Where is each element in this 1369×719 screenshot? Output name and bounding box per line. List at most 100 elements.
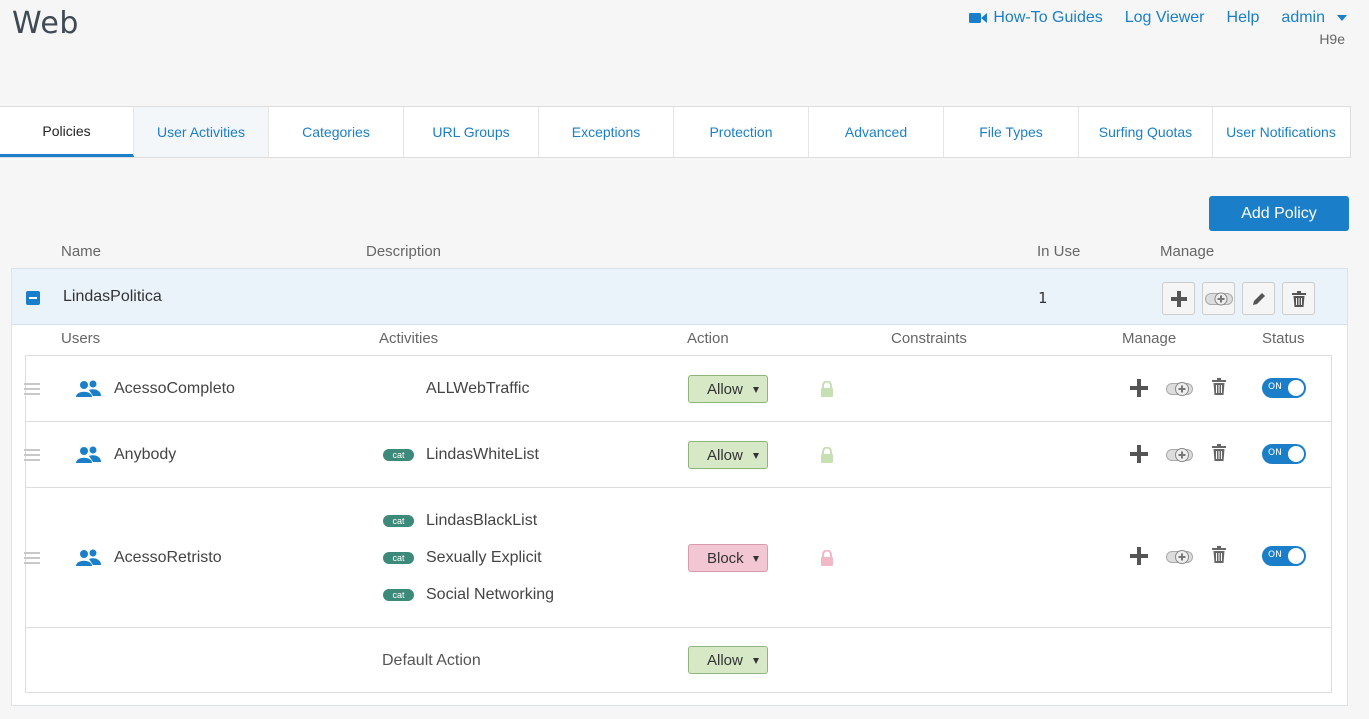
- rule-header-status: Status: [1262, 330, 1305, 347]
- tab-user-activities[interactable]: User Activities: [134, 107, 269, 157]
- action-select[interactable]: Allow: [688, 441, 768, 469]
- category-badge: cat: [383, 589, 414, 601]
- tab-advanced[interactable]: Advanced: [809, 107, 944, 157]
- delete-policy-button[interactable]: [1282, 282, 1315, 315]
- trash-icon[interactable]: [1212, 378, 1226, 395]
- trash-icon: [1291, 290, 1306, 307]
- users-icon: [76, 380, 101, 397]
- rule-activity-name: LindasBlackList: [426, 512, 538, 529]
- action-select[interactable]: Allow: [688, 375, 768, 403]
- rule-user-name[interactable]: AcessoCompleto: [114, 380, 235, 398]
- add-circle-toggle-icon[interactable]: [1166, 446, 1194, 464]
- tab-policies[interactable]: Policies: [0, 107, 134, 157]
- status-toggle[interactable]: ON: [1262, 378, 1306, 398]
- action-value: Block: [707, 549, 744, 567]
- rule-row: Anybody cat LindasWhiteList Allow ON: [24, 422, 1331, 488]
- top-nav: How-To Guides Log Viewer Help admin: [969, 9, 1347, 27]
- column-header-name: Name: [61, 243, 102, 260]
- trash-icon[interactable]: [1212, 444, 1226, 461]
- default-action-label: Default Action: [382, 652, 481, 669]
- trash-icon[interactable]: [1212, 546, 1226, 563]
- tab-bar: Policies User Activities Categories URL …: [0, 106, 1351, 158]
- drag-handle-icon[interactable]: [24, 383, 40, 398]
- column-header-manage: Manage: [1160, 243, 1215, 260]
- add-circle-toggle-icon[interactable]: [1166, 380, 1194, 398]
- status-toggle[interactable]: ON: [1262, 546, 1306, 566]
- rule-user-name[interactable]: Anybody: [114, 446, 176, 464]
- page-title: Web: [12, 6, 79, 41]
- rule-activity-name: ALLWebTraffic: [426, 380, 530, 397]
- users-icon: [76, 446, 101, 463]
- add-circle-toggle-icon: [1204, 292, 1233, 305]
- how-to-guides-label: How-To Guides: [993, 9, 1103, 26]
- users-icon: [76, 549, 101, 566]
- add-policy-button[interactable]: Add Policy: [1209, 196, 1349, 231]
- tab-exceptions[interactable]: Exceptions: [539, 107, 674, 157]
- rule-row: AcessoRetristo cat LindasBlackList cat S…: [24, 488, 1331, 628]
- edit-policy-button[interactable]: [1242, 282, 1275, 315]
- plus-icon[interactable]: [1130, 445, 1148, 463]
- rule-activity-name: Social Networking: [426, 586, 555, 603]
- rule-header-manage: Manage: [1122, 330, 1177, 347]
- policy-name: LindasPolitica: [63, 288, 162, 305]
- rule-header-constraints: Constraints: [891, 330, 967, 347]
- rule-header-activities: Activities: [379, 330, 439, 347]
- drag-handle-icon[interactable]: [24, 552, 40, 567]
- lock-icon[interactable]: [820, 381, 834, 397]
- status-toggle[interactable]: ON: [1262, 444, 1306, 464]
- chevron-down-icon: [753, 453, 759, 459]
- status-label: ON: [1268, 550, 1282, 560]
- category-badge: cat: [383, 515, 414, 527]
- rule-user-name[interactable]: AcessoRetristo: [114, 549, 222, 567]
- rule-header-users: Users: [61, 330, 101, 347]
- help-link[interactable]: Help: [1227, 9, 1260, 27]
- add-rule-button[interactable]: [1162, 282, 1195, 315]
- chevron-down-icon: [753, 556, 759, 562]
- video-camera-icon: [969, 13, 988, 23]
- policy-panel: LindasPolitica 1 Users Activities Action…: [11, 268, 1348, 706]
- chevron-down-icon: [753, 387, 759, 393]
- default-action-row: Default Action Allow: [26, 628, 1331, 692]
- action-select[interactable]: Block: [688, 544, 768, 572]
- lock-icon[interactable]: [820, 550, 834, 566]
- tab-protection[interactable]: Protection: [674, 107, 809, 157]
- collapse-icon[interactable]: [26, 291, 40, 305]
- rule-activity-name: Sexually Explicit: [426, 549, 542, 566]
- plus-icon[interactable]: [1130, 547, 1148, 565]
- how-to-guides-link[interactable]: How-To Guides: [969, 9, 1103, 27]
- category-badge: cat: [383, 552, 414, 564]
- rules-table: AcessoCompleto ALLWebTraffic Allow ON An…: [24, 355, 1332, 693]
- plus-icon[interactable]: [1130, 379, 1148, 397]
- tab-user-notifications[interactable]: User Notifications: [1213, 107, 1349, 157]
- default-action-select[interactable]: Allow: [688, 646, 768, 674]
- device-name: H9e: [1319, 31, 1345, 47]
- tab-url-groups[interactable]: URL Groups: [404, 107, 539, 157]
- log-viewer-link[interactable]: Log Viewer: [1125, 9, 1205, 27]
- lock-icon[interactable]: [820, 447, 834, 463]
- pencil-icon: [1252, 292, 1265, 305]
- column-header-description: Description: [366, 243, 442, 260]
- clone-policy-button[interactable]: [1202, 282, 1235, 315]
- status-label: ON: [1268, 448, 1282, 458]
- policy-in-use-count: 1: [1038, 289, 1048, 307]
- policy-row: LindasPolitica 1: [12, 269, 1347, 325]
- rule-row: AcessoCompleto ALLWebTraffic Allow ON: [24, 356, 1331, 422]
- action-value: Allow: [707, 446, 743, 464]
- toggle-knob: [1288, 548, 1304, 564]
- tab-categories[interactable]: Categories: [269, 107, 404, 157]
- status-label: ON: [1268, 382, 1282, 392]
- tab-surfing-quotas[interactable]: Surfing Quotas: [1079, 107, 1213, 157]
- admin-menu[interactable]: admin: [1281, 9, 1347, 27]
- admin-label: admin: [1281, 9, 1325, 26]
- add-circle-toggle-icon[interactable]: [1166, 548, 1194, 566]
- chevron-down-icon: [753, 658, 759, 664]
- drag-handle-icon[interactable]: [24, 449, 40, 464]
- category-badge: cat: [383, 449, 414, 461]
- rule-header-action: Action: [687, 330, 729, 347]
- rule-activity-name: LindasWhiteList: [426, 446, 539, 463]
- toggle-knob: [1288, 446, 1304, 462]
- action-value: Allow: [707, 651, 743, 669]
- action-value: Allow: [707, 380, 743, 398]
- tab-file-types[interactable]: File Types: [944, 107, 1079, 157]
- chevron-down-icon: [1337, 15, 1347, 21]
